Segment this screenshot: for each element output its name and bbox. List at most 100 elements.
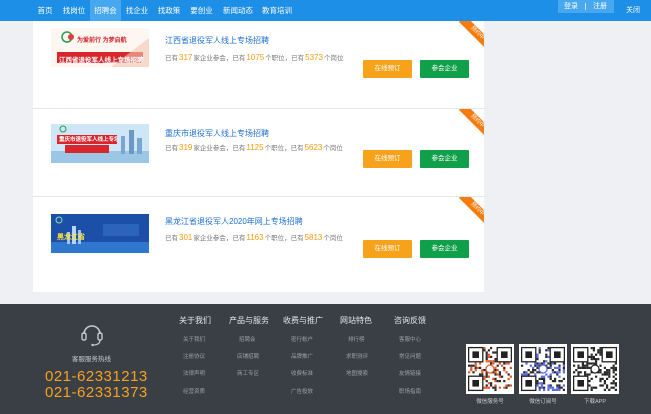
footer-link[interactable]: 收费标准 <box>291 369 313 377</box>
fair-banner-slogan: 为爱前行 为梦启航 <box>77 38 127 44</box>
stats-text: 已有 <box>165 145 178 152</box>
job-count: 1125 <box>246 143 264 152</box>
fair-banner-text: 黑龙江省 <box>57 234 85 241</box>
status-ribbon: 预约中 <box>454 197 484 227</box>
qr-code-subscription <box>519 344 567 394</box>
footer-link[interactable]: 地图搜索 <box>346 369 368 377</box>
nav-item-training[interactable]: 教育培训 <box>258 0 296 21</box>
stats-text: 已有 <box>165 55 178 62</box>
site-footer: 客服服务热线 021-62331213 021-62331373 关于我们 关于… <box>0 304 651 414</box>
book-online-button[interactable]: 在线预订 <box>363 240 412 258</box>
status-badge: 预约中 <box>458 21 484 51</box>
auth-separator <box>585 3 586 10</box>
fair-banner-image[interactable]: 黑龙江省 <box>51 214 149 253</box>
footer-link[interactable]: 广告投放 <box>291 387 313 395</box>
hotline-phone: 021-62331373 <box>45 384 148 401</box>
footer-link[interactable]: 经营资质 <box>183 387 205 395</box>
footer-col-title: 关于我们 <box>179 316 211 325</box>
stats-text: 家企业参会，已有 <box>193 235 246 242</box>
book-online-button[interactable]: 在线预订 <box>363 150 412 168</box>
stats-text: 个职位，已有 <box>264 145 304 152</box>
company-count: 317 <box>179 53 193 62</box>
position-count: 5373 <box>305 53 323 62</box>
qr-label: 下载APP <box>583 399 606 405</box>
footer-link[interactable]: 商工专区 <box>237 369 259 377</box>
footer-link[interactable]: 店铺招聘 <box>237 352 259 360</box>
login-link[interactable]: 登录 <box>564 0 578 13</box>
fair-stats: 已有317家企业参会，已有1075个职位，已有5373个岗位 <box>165 52 343 62</box>
stats-text: 个岗位 <box>323 55 344 62</box>
footer-link[interactable]: 排行榜 <box>348 335 365 343</box>
auth-box: 登录 注册 <box>558 0 614 13</box>
status-ribbon: 预约中 <box>454 21 484 51</box>
footer-col-title: 收费与推广 <box>283 316 323 325</box>
fair-title[interactable]: 江西省退役军人线上专场招聘 <box>165 35 269 46</box>
footer-col-title: 网站特色 <box>340 316 372 325</box>
participating-companies-button[interactable]: 参会企业 <box>420 240 469 258</box>
fair-banner-text: 重庆市退役军人线上专场招聘 <box>59 137 117 143</box>
qr-code-icon <box>468 346 512 392</box>
qr-label: 微信订阅号 <box>529 399 557 405</box>
nav-item-jobs[interactable]: 找岗位 <box>58 0 90 21</box>
job-count: 1163 <box>246 233 264 242</box>
headset-icon <box>81 325 103 347</box>
footer-link[interactable]: 职场指南 <box>399 387 421 395</box>
footer-link[interactable]: 招聘会 <box>239 335 256 343</box>
nav-item-policies[interactable]: 找政策 <box>153 0 185 21</box>
footer-link[interactable]: 常见问题 <box>399 352 421 360</box>
stats-text: 家企业参会，已有 <box>193 145 246 152</box>
stats-text: 个职位，已有 <box>264 235 304 242</box>
position-count: 5623 <box>304 143 323 152</box>
footer-link[interactable]: 注册协议 <box>183 352 205 360</box>
footer-link[interactable]: 友情链接 <box>399 369 421 377</box>
job-count: 1075 <box>246 53 265 62</box>
footer-link[interactable]: 客服中心 <box>399 335 421 343</box>
job-fair-card: 黑龙江省 黑龙江省退役军人2020年网上专场招聘 已有301家企业参会，已有11… <box>33 197 484 285</box>
participating-companies-button[interactable]: 参会企业 <box>420 60 469 78</box>
qr-code-icon <box>521 346 565 392</box>
footer-link[interactable]: 法律声明 <box>183 369 205 377</box>
stats-text: 已有 <box>165 235 178 242</box>
fair-title[interactable]: 重庆市退役军人线上专场招聘 <box>165 128 269 139</box>
book-online-button[interactable]: 在线预订 <box>363 60 412 78</box>
nav-item-home[interactable]: 首页 <box>32 0 58 21</box>
fair-stats: 已有301家企业参会，已有1163个职位，已有5813个岗位 <box>165 232 343 242</box>
footer-link[interactable]: 密行帐户 <box>291 335 313 343</box>
footer-col-title: 产品与服务 <box>229 316 269 325</box>
job-fair-card: 为爱前行 为梦启航 江西省退役军人线上专场招聘 江西省退役军人线上专场招聘 已有… <box>33 21 484 109</box>
top-navigation-bar: 首页 找岗位 招聘会 找企业 找政策 要创业 新闻动态 教育培训 登录 注册 关… <box>0 0 651 21</box>
hotline-label: 客服服务热线 <box>72 356 111 363</box>
fair-banner-image[interactable]: 为爱前行 为梦启航 江西省退役军人线上专场招聘 <box>51 28 149 67</box>
footer-col-title: 咨询反馈 <box>394 316 426 325</box>
nav-item-news[interactable]: 新闻动态 <box>218 0 258 21</box>
qr-code-icon <box>573 346 617 392</box>
fair-banner-text: 江西省退役军人线上专场招聘 <box>59 57 144 64</box>
fair-banner-image[interactable]: 重庆市退役军人线上专场招聘 <box>51 124 149 163</box>
position-count: 5813 <box>304 233 323 242</box>
qr-label: 微信服务号 <box>476 399 504 405</box>
nav-item-startup[interactable]: 要创业 <box>185 0 218 21</box>
stats-text: 个岗位 <box>323 235 343 242</box>
stats-text: 个职位，已有 <box>265 55 305 62</box>
job-fair-card: 重庆市退役军人线上专场招聘 重庆市退役军人线上专场招聘 已有319家企业参会，已… <box>33 109 484 197</box>
register-link[interactable]: 注册 <box>593 0 607 13</box>
participating-companies-button[interactable]: 参会企业 <box>420 150 469 168</box>
qr-code-app <box>571 344 619 394</box>
close-link[interactable]: 关闭 <box>626 0 640 21</box>
status-badge: 预约中 <box>458 197 484 227</box>
stats-text: 个岗位 <box>323 145 343 152</box>
company-count: 319 <box>179 143 193 152</box>
footer-link[interactable]: 品牌推广 <box>291 352 313 360</box>
qr-code-service <box>466 344 514 394</box>
nav-item-job-fairs[interactable]: 招聘会 <box>90 0 121 21</box>
fair-title[interactable]: 黑龙江省退役军人2020年网上专场招聘 <box>165 216 303 227</box>
footer-link[interactable]: 关于我们 <box>183 335 205 343</box>
stats-text: 家企业参会，已有 <box>193 55 246 62</box>
nav-item-companies[interactable]: 找企业 <box>121 0 153 21</box>
company-count: 301 <box>179 233 193 242</box>
status-ribbon: 预约中 <box>454 109 484 139</box>
fair-stats: 已有319家企业参会，已有1125个职位，已有5623个岗位 <box>165 142 343 152</box>
footer-link[interactable]: 求职测评 <box>346 352 368 360</box>
status-badge: 预约中 <box>458 109 484 139</box>
hotline-phone: 021-62331213 <box>45 368 148 385</box>
